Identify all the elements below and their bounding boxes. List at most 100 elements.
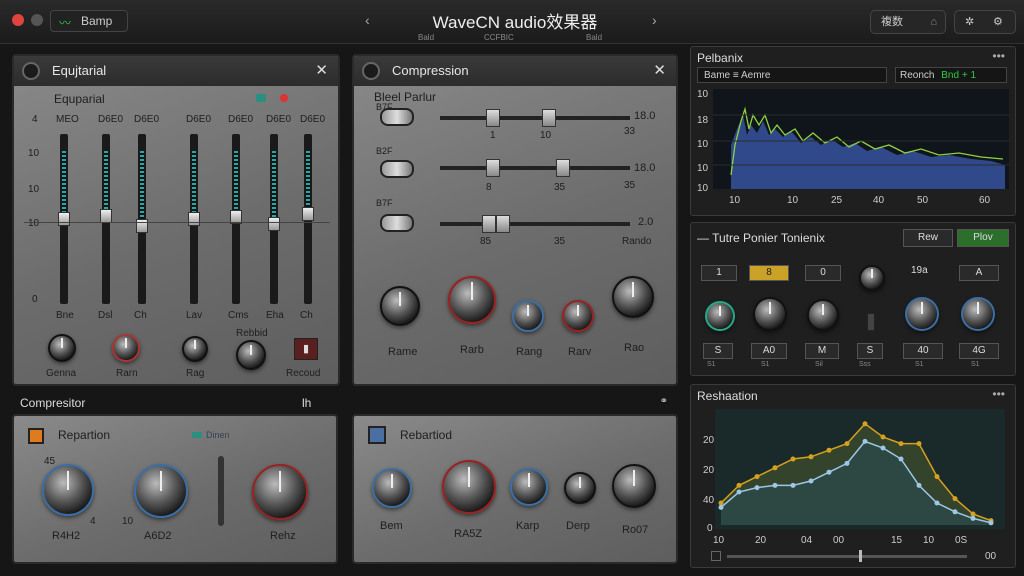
tone-label-btn[interactable]: 4G — [959, 343, 999, 359]
eq-fader-cap[interactable] — [58, 212, 70, 226]
reonch-value: Bnd + 1 — [941, 70, 977, 81]
recoud-button[interactable]: ▮ — [294, 338, 318, 360]
connector-2[interactable] — [380, 160, 414, 178]
tone-knob-2[interactable] — [753, 297, 787, 331]
compressor-meter-icon[interactable]: lh — [302, 396, 311, 410]
gear-icon[interactable]: ⚙ — [993, 11, 1003, 33]
x-tick: 10 — [729, 195, 741, 206]
tone-value-2[interactable]: 8 — [749, 265, 789, 281]
eq-fader-track[interactable] — [268, 134, 280, 304]
tone-label-btn[interactable]: M — [805, 343, 839, 359]
eq-fader-cap[interactable] — [100, 208, 112, 223]
data-point — [934, 474, 940, 480]
eq-band-label: Cms — [228, 310, 249, 321]
scrub-handle[interactable] — [859, 550, 862, 562]
subtab-2[interactable]: CCFBIC — [484, 33, 514, 42]
tone-label-btn[interactable]: S — [703, 343, 733, 359]
link-icon[interactable]: ⚭ — [660, 396, 668, 407]
spectrum-title: Pelbanix — [697, 51, 744, 65]
eq-fader-cap[interactable] — [188, 212, 200, 226]
tone-label-btn[interactable]: A0 — [751, 343, 787, 359]
eq-fader-track[interactable] — [136, 134, 148, 304]
power-toggle[interactable] — [28, 428, 44, 444]
rarv-knob[interactable] — [562, 300, 594, 332]
bem-knob[interactable] — [372, 468, 412, 508]
eq-fader-track[interactable] — [100, 134, 112, 304]
rame-knob[interactable] — [380, 286, 420, 326]
rebbid-knob[interactable] — [236, 340, 266, 370]
close-icon[interactable]: ✕ — [315, 61, 328, 79]
eq-meter — [272, 151, 276, 219]
connector-1[interactable] — [380, 108, 414, 126]
scrub-slider[interactable] — [727, 555, 967, 558]
preset-field[interactable]: Bame ≡ Aemre — [697, 67, 887, 83]
knob-label: Rebbid — [236, 328, 268, 339]
tone-value-1[interactable]: 1 — [701, 265, 737, 281]
y-tick: 10 — [697, 163, 709, 174]
slider-2[interactable] — [440, 159, 630, 177]
rang-knob[interactable] — [512, 300, 544, 332]
tone-knob-4[interactable] — [905, 297, 939, 331]
rao-knob[interactable] — [612, 276, 654, 318]
compression-title: Compression — [392, 63, 469, 78]
play-button[interactable]: Plov — [957, 229, 1009, 247]
subtab-1[interactable]: Bald — [418, 33, 434, 42]
eq-fader-cap[interactable] — [268, 217, 280, 232]
ro07-knob[interactable] — [612, 464, 656, 508]
knob-label: Rao — [624, 342, 645, 354]
ra5z-knob[interactable] — [442, 460, 496, 514]
reonch-field[interactable]: Reonch Bnd + 1 — [895, 67, 1007, 83]
tone-value-3[interactable]: 0 — [805, 265, 841, 281]
tone-label-btn[interactable]: S — [857, 343, 883, 359]
tool-button-group: ✲ ⚙ — [954, 10, 1016, 34]
rarn-knob[interactable] — [112, 334, 140, 362]
power-icon[interactable] — [22, 62, 40, 80]
eq-fader-cap[interactable] — [302, 206, 314, 221]
genna-knob[interactable] — [48, 334, 76, 362]
connector-3[interactable] — [380, 214, 414, 232]
data-point — [880, 434, 886, 440]
settings-button[interactable]: 複数 ⌂ — [870, 10, 946, 34]
eq-fader-track[interactable] — [230, 134, 242, 304]
karp-knob[interactable] — [510, 468, 548, 506]
knob-label: Rang — [516, 346, 543, 358]
leaf-icon[interactable]: ✲ — [965, 11, 974, 33]
tone-mini-switch[interactable] — [867, 313, 875, 331]
eq-fader-track[interactable] — [188, 134, 200, 304]
data-point — [808, 454, 814, 460]
brand-button[interactable]: 〰 Bamp — [50, 10, 128, 32]
tone-knob-small[interactable] — [859, 265, 885, 291]
prev-arrow-icon[interactable]: ‹ — [365, 12, 370, 28]
slider-1[interactable] — [440, 109, 630, 127]
eq-fader-track[interactable] — [302, 134, 314, 304]
minimize-window-button[interactable] — [31, 14, 43, 26]
slider-3[interactable] — [440, 215, 630, 233]
next-arrow-icon[interactable]: › — [652, 12, 657, 28]
r4h2-knob[interactable] — [42, 464, 94, 516]
expand-icon[interactable] — [711, 551, 721, 561]
eq-fader-cap[interactable] — [136, 218, 148, 233]
tone-knob-5[interactable] — [961, 297, 995, 331]
close-icon[interactable]: ✕ — [653, 61, 666, 79]
tone-label-btn[interactable]: 40 — [903, 343, 943, 359]
data-point — [772, 482, 778, 488]
derp-knob[interactable] — [564, 472, 596, 504]
zero-line — [24, 222, 330, 223]
more-icon[interactable]: ••• — [992, 387, 1005, 401]
power-toggle[interactable] — [368, 426, 386, 444]
db-label: 10 — [28, 184, 40, 195]
close-window-button[interactable] — [12, 14, 24, 26]
compression-panel: Compression ✕ Bleel Parlur B7F 1 10 18.0… — [352, 54, 678, 386]
tone-knob-3[interactable] — [807, 299, 839, 331]
rehz-knob[interactable] — [252, 464, 308, 520]
tone-knob-1[interactable] — [705, 301, 735, 331]
subtab-3[interactable]: Bald — [586, 33, 602, 42]
tone-value-5[interactable]: A — [959, 265, 999, 281]
power-icon[interactable] — [362, 62, 380, 80]
raw-button[interactable]: Rew — [903, 229, 953, 247]
a6d2-knob[interactable] — [134, 464, 188, 518]
rarb-knob[interactable] — [448, 276, 496, 324]
rag-knob[interactable] — [182, 336, 208, 362]
more-icon[interactable]: ••• — [992, 49, 1005, 63]
eq-fader-track[interactable] — [58, 134, 70, 304]
